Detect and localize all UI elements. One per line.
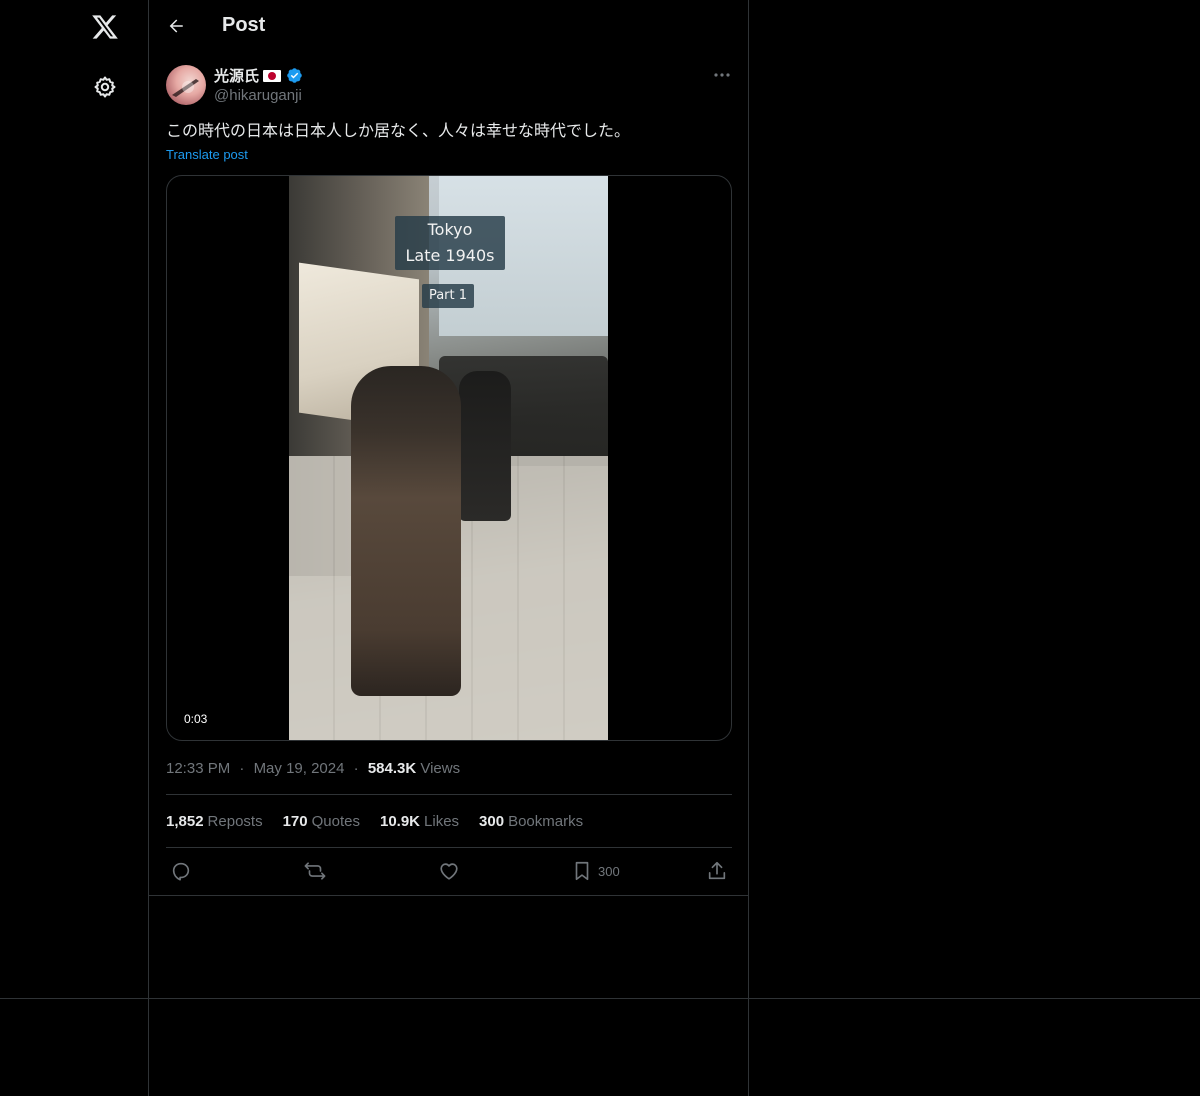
post-date[interactable]: May 19, 2024 [254, 760, 345, 777]
reposts-count: 1,852 [166, 813, 204, 830]
share-icon [708, 861, 726, 880]
page-title: Post [222, 14, 266, 36]
likes-stat[interactable]: 10.9K Likes [380, 813, 459, 830]
quotes-label: Quotes [311, 813, 360, 830]
video-player[interactable]: Tokyo Late 1940s Part 1 0:03 [166, 175, 732, 741]
overlay-line1: Tokyo [427, 220, 473, 239]
post-time[interactable]: 12:33 PM [166, 760, 230, 777]
bookmarks-count: 300 [479, 813, 505, 830]
left-nav [0, 0, 149, 1096]
bookmarks-stat[interactable]: 300 Bookmarks [479, 813, 583, 830]
more-button[interactable] [709, 64, 735, 86]
quotes-stat[interactable]: 170 Quotes [283, 813, 360, 830]
reply-button[interactable] [170, 859, 192, 883]
like-icon [440, 863, 458, 880]
post-meta: 12:33 PM · May 19, 2024 · 584.3K Views [166, 760, 460, 777]
like-button[interactable] [438, 859, 460, 883]
avatar[interactable] [166, 65, 206, 105]
video-duration: 0:03 [181, 711, 211, 727]
post-text: この時代の日本は日本人しか居なく、人々は幸せな時代でした。 [166, 121, 631, 140]
verified-badge-icon [286, 67, 303, 84]
more-icon [714, 73, 730, 77]
author-handle[interactable]: @hikaruganji [214, 87, 302, 104]
reposts-label: Reposts [207, 813, 263, 830]
action-bar: 300 [166, 848, 732, 894]
back-button[interactable] [163, 13, 189, 39]
meta-separator: · [239, 760, 245, 777]
divider [149, 895, 748, 896]
gear-icon[interactable] [90, 72, 120, 102]
bookmark-icon [575, 861, 589, 881]
x-logo-icon[interactable] [88, 10, 122, 44]
quotes-count: 170 [282, 813, 308, 830]
reposts-stat[interactable]: 1,852 Reposts [166, 813, 263, 830]
views-label: Views [420, 760, 461, 777]
likes-label: Likes [424, 813, 460, 830]
likes-count: 10.9K [379, 813, 421, 830]
translate-post-link[interactable]: Translate post [166, 147, 248, 162]
repost-icon [304, 862, 326, 880]
video-frame: Tokyo Late 1940s Part 1 [289, 176, 608, 740]
views-count: 584.3K [367, 760, 417, 777]
japan-flag-icon [263, 69, 282, 82]
share-button[interactable] [706, 859, 728, 883]
repost-button[interactable] [303, 859, 327, 883]
post-header: Post [149, 0, 748, 54]
author-name-text: 光源氏 [214, 68, 260, 85]
bookmark-count: 300 [598, 863, 620, 879]
overlay-line2: Late 1940s [405, 246, 495, 265]
author-name[interactable]: 光源氏 [214, 65, 303, 86]
video-overlay-part: Part 1 [422, 284, 474, 308]
engagement-stats: 1,852 Reposts 170 Quotes 10.9K Likes 300 Boo… [166, 813, 583, 830]
meta-separator: · [353, 760, 359, 777]
back-arrow-icon [169, 19, 183, 33]
divider [166, 794, 732, 795]
video-scene-man [459, 371, 511, 521]
bookmark-button[interactable]: 300 [572, 859, 620, 883]
page-divider [0, 998, 1200, 999]
main-column: Post 光源氏 @hikaruganji この時代の日本は日本人しか居なく、人… [149, 0, 749, 1096]
bookmarks-label: Bookmarks [508, 813, 584, 830]
video-scene-woman [351, 366, 461, 696]
reply-icon [172, 862, 190, 881]
video-overlay-title: Tokyo Late 1940s [395, 216, 505, 270]
